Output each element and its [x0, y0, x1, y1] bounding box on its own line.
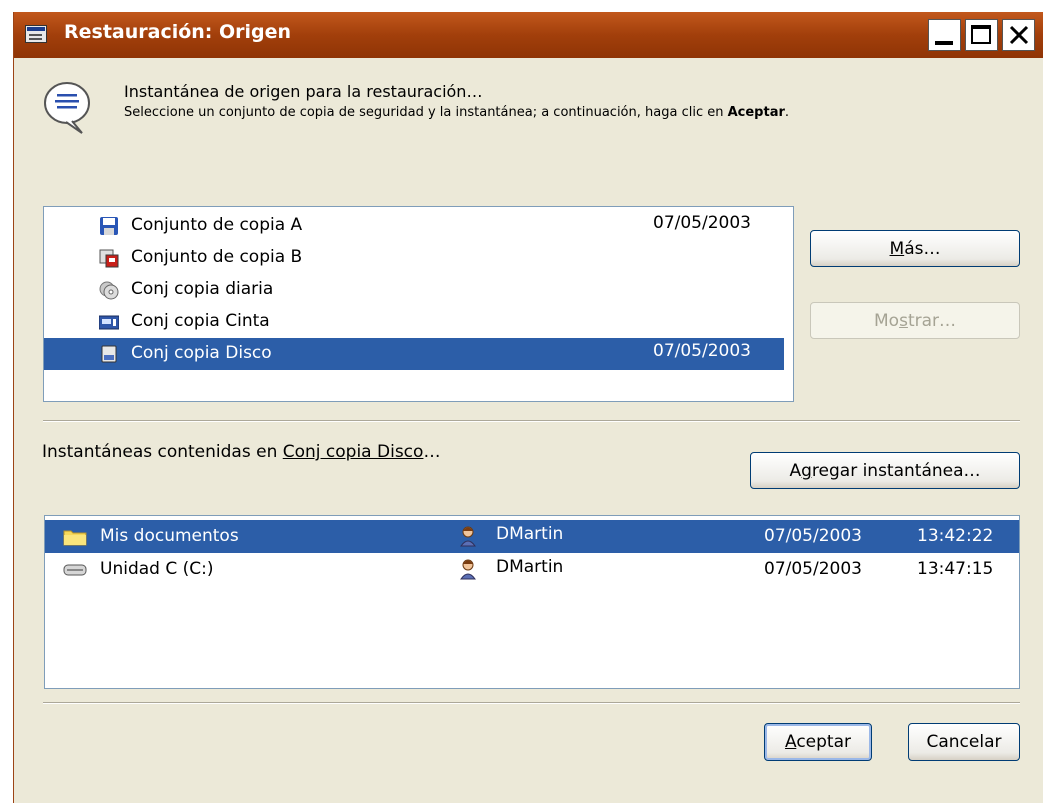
snapshot-user: DMartin [496, 557, 564, 577]
network-backup-icon [99, 249, 119, 268]
separator [43, 702, 1020, 704]
close-icon[interactable] [1002, 19, 1035, 51]
snapshot-name: Unidad C (C:) [100, 559, 214, 579]
backup-set-date: 07/05/2003 [653, 341, 751, 361]
backup-set-list[interactable]: Conjunto de copia A 07/05/2003 Conjunto … [43, 206, 794, 402]
folder-icon [63, 530, 87, 546]
maximize-icon[interactable] [965, 19, 998, 51]
separator [43, 420, 1020, 422]
mostrar-button[interactable]: Mostrar… [810, 302, 1020, 339]
backup-set-label: Conjunto de copia B [131, 247, 303, 267]
backup-set-label: Conj copia diaria [131, 279, 274, 299]
backup-set-label: Conj copia Disco [131, 343, 272, 363]
selected-set-link: Conj copia Disco [282, 442, 424, 462]
floppy-disk-icon [100, 217, 118, 235]
snapshot-list[interactable]: Mis documentos DMartin 07/05/2003 13:42:… [44, 515, 1020, 689]
backup-set-label: Conjunto de copia A [131, 215, 303, 235]
tape-drive-icon [99, 315, 119, 330]
backup-set-row-selected[interactable]: Conj copia Disco 07/05/2003 [44, 338, 784, 370]
snapshot-time: 13:42:22 [917, 526, 994, 546]
snapshot-date: 07/05/2003 [764, 526, 862, 546]
dialog-window: Restauración: Origen Instantánea de orig… [13, 12, 1043, 803]
cancelar-button[interactable]: Cancelar [908, 723, 1020, 761]
instruction-text: Seleccione un conjunto de copia de segur… [124, 105, 790, 120]
backup-set-row[interactable]: Conj copia Cinta [44, 306, 784, 338]
snapshot-time: 13:47:15 [917, 559, 994, 579]
disk-icon [101, 345, 117, 363]
snapshot-date: 07/05/2003 [764, 559, 862, 579]
snapshots-label: Instantáneas contenidas en Conj copia Di… [42, 442, 441, 462]
snapshot-user: DMartin [496, 524, 564, 544]
mas-button[interactable]: Más… [810, 230, 1020, 267]
window-title: Restauración: Origen [64, 21, 292, 43]
minimize-icon[interactable] [928, 19, 961, 51]
backup-set-row[interactable]: Conjunto de copia A 07/05/2003 [44, 210, 784, 242]
cd-disc-icon [99, 281, 119, 300]
instruction-title: Instantánea de origen para la restauraci… [124, 82, 483, 101]
snapshot-name: Mis documentos [100, 526, 239, 546]
backup-set-row[interactable]: Conjunto de copia B [44, 242, 784, 274]
user-icon [460, 559, 476, 580]
backup-set-date: 07/05/2003 [653, 213, 751, 233]
speech-bubble-icon [44, 82, 90, 134]
window-icon [25, 25, 47, 43]
add-snapshot-button[interactable]: Agregar instantánea… [750, 452, 1020, 489]
user-icon [460, 526, 476, 547]
snapshot-row-selected[interactable]: Mis documentos DMartin 07/05/2003 13:42:… [45, 520, 1019, 553]
backup-set-row[interactable]: Conj copia diaria [44, 274, 784, 306]
snapshot-row[interactable]: Unidad C (C:) DMartin 07/05/2003 13:47:1… [45, 553, 1019, 586]
hard-drive-icon [63, 564, 87, 576]
aceptar-button[interactable]: Aceptar [764, 723, 872, 761]
backup-set-label: Conj copia Cinta [131, 311, 270, 331]
title-bar[interactable]: Restauración: Origen [14, 12, 1043, 58]
